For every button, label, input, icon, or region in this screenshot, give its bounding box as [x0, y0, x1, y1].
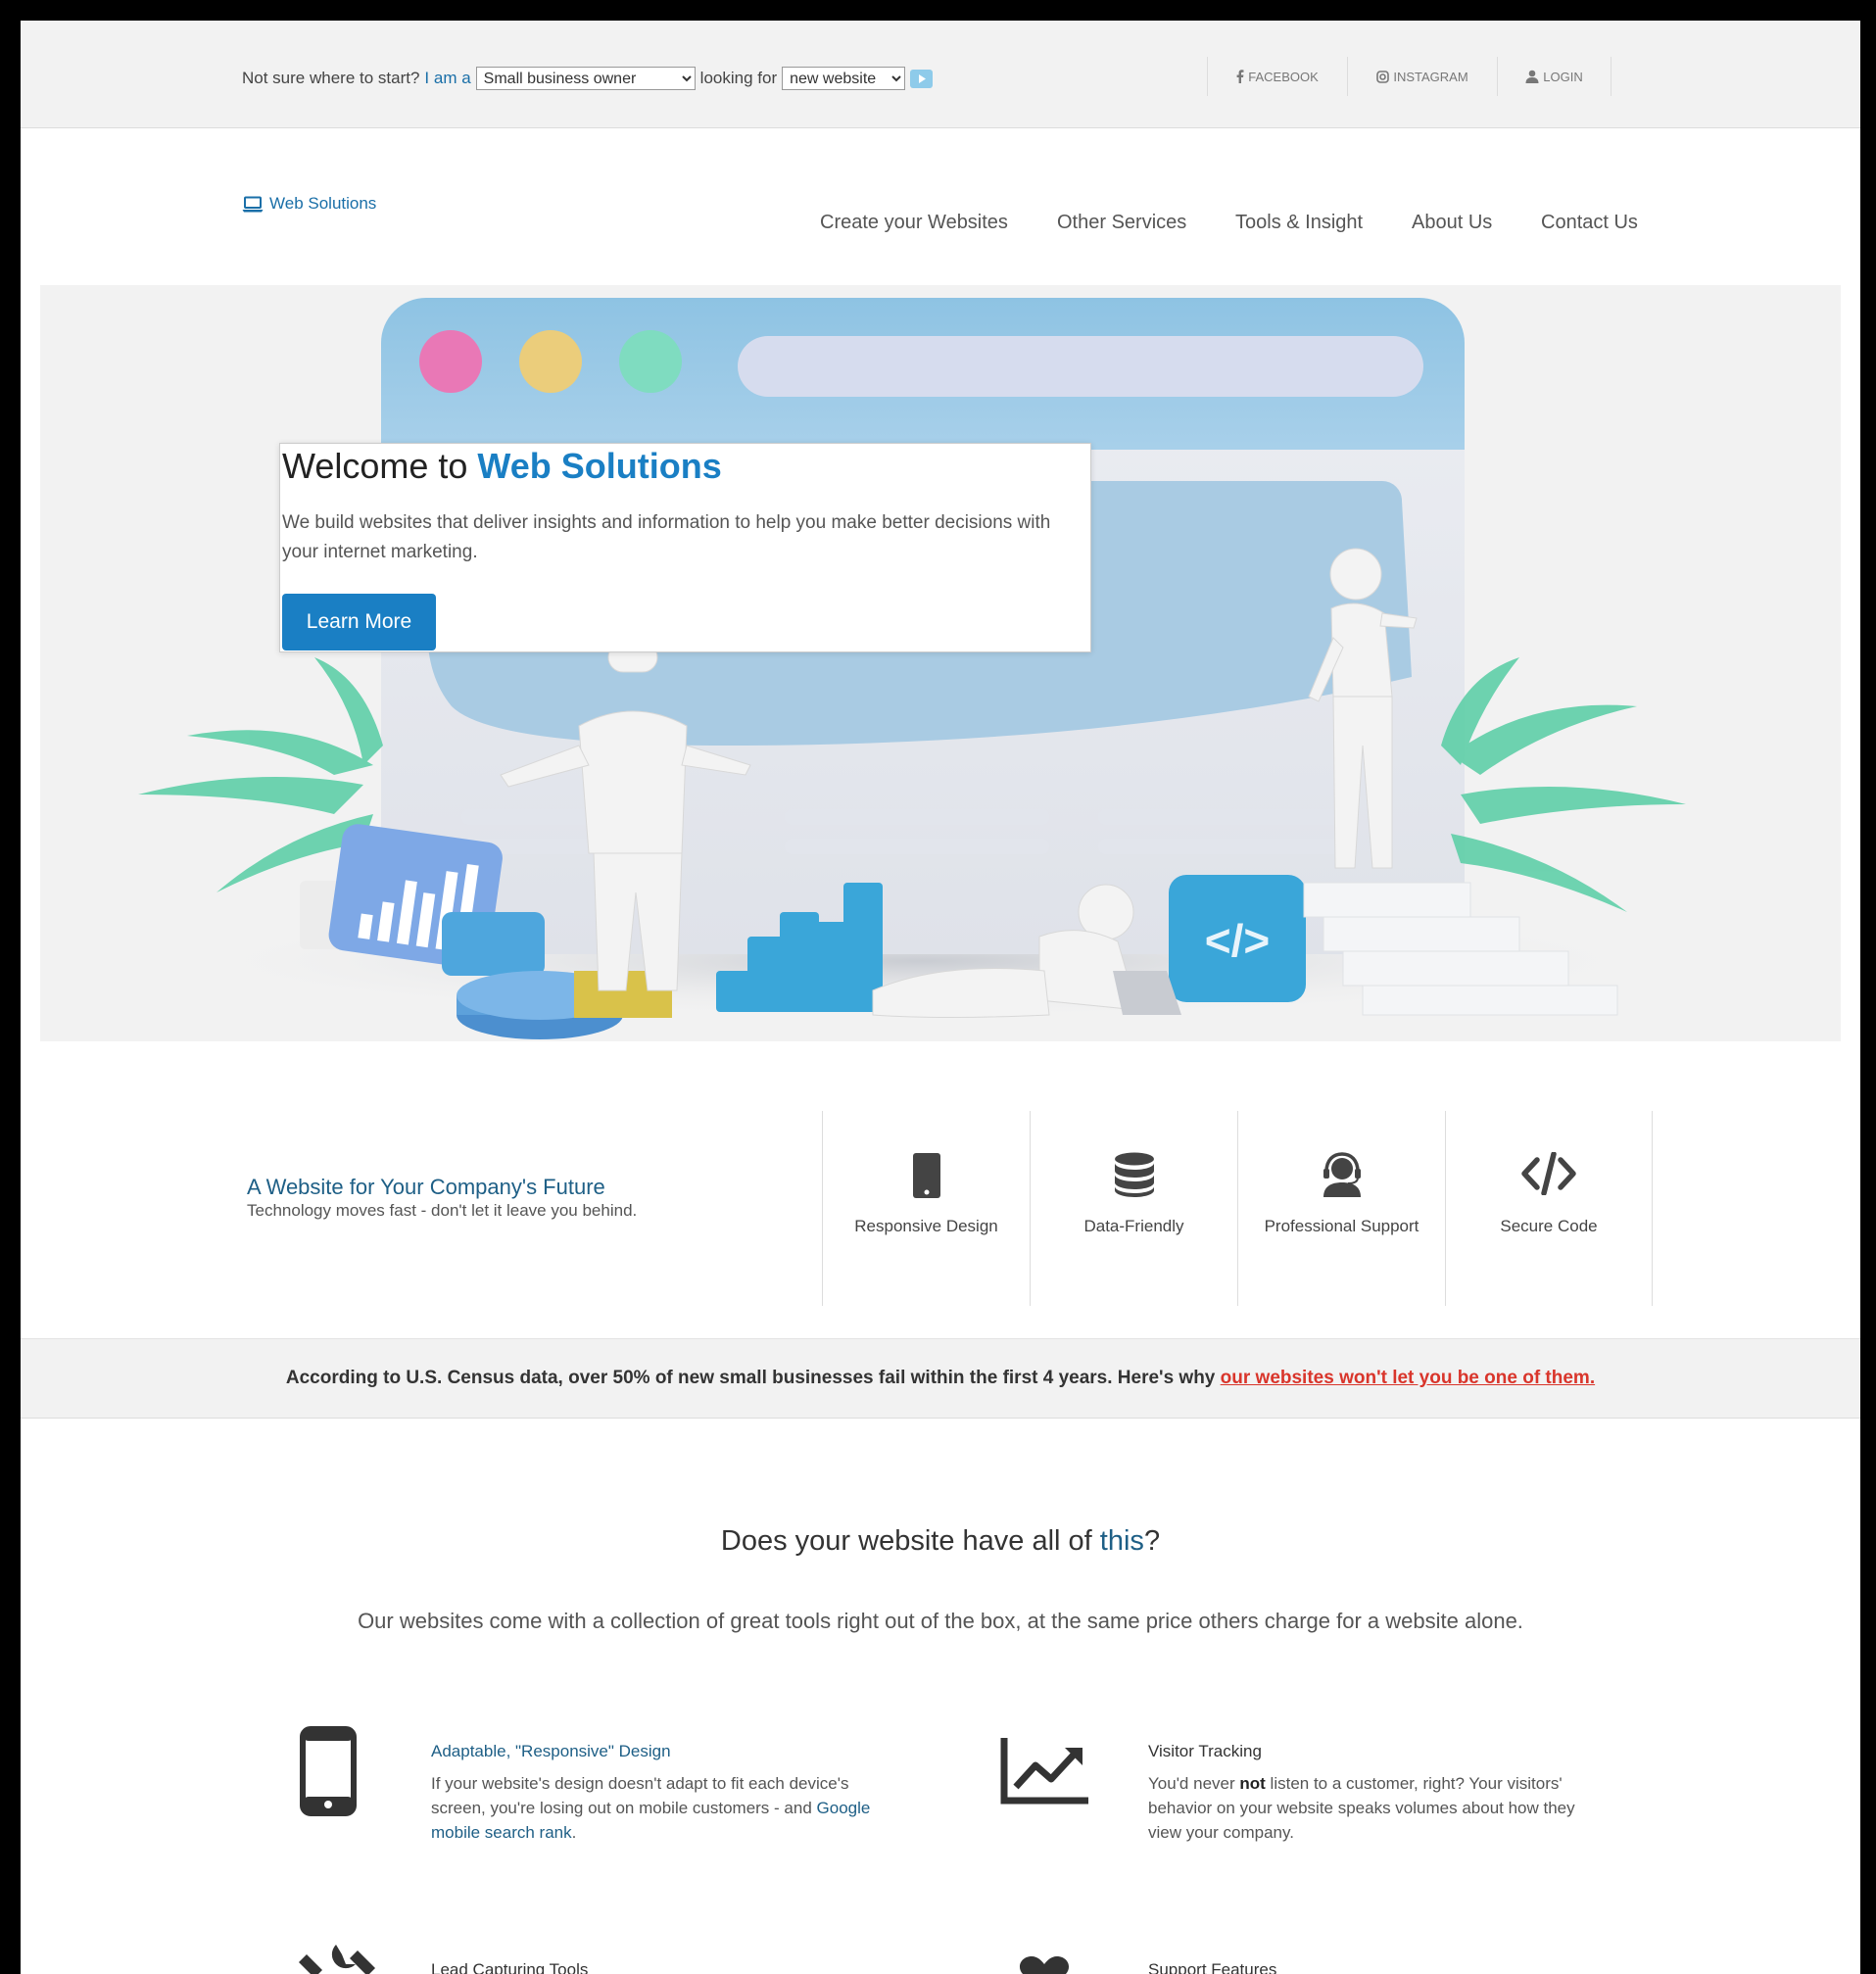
instagram-icon	[1376, 70, 1390, 83]
tool-body: You'd never not listen to a customer, ri…	[1148, 1774, 1575, 1842]
tool-body: If your website's design doesn't adapt t…	[431, 1774, 871, 1842]
tools-title: Does your website have all of this?	[720, 1525, 1161, 1557]
tool-title: Adaptable, "Responsive" Design	[431, 1742, 671, 1760]
site-finder: Not sure where to start? I am a Small bu…	[242, 67, 934, 90]
feature-label: Professional Support	[1264, 1217, 1419, 1235]
hero-illustration: </>	[138, 298, 1686, 1039]
tools-subtitle: Our websites come with a collection of g…	[358, 1609, 1523, 1633]
tools-icon	[299, 1945, 375, 1974]
top-bar: Not sure where to start? I am a Small bu…	[21, 21, 1860, 128]
tool-title: Support Features	[1148, 1960, 1277, 1974]
play-icon	[918, 73, 926, 83]
feature-secure-code: Secure Code	[1445, 1111, 1653, 1306]
future-title: A Website for Your Company's Future	[247, 1175, 605, 1199]
svg-text:</>: </>	[1205, 915, 1271, 966]
code-icon	[1521, 1152, 1576, 1195]
feature-label: Responsive Design	[854, 1217, 998, 1235]
welcome-brand: Web Solutions	[477, 446, 722, 486]
facebook-link[interactable]: FACEBOOK	[1207, 57, 1347, 96]
line-chart-icon	[1000, 1738, 1088, 1805]
nav-create-websites[interactable]: Create your Websites	[820, 212, 1008, 234]
feature-responsive-design: Responsive Design	[822, 1111, 1030, 1306]
mobile-phone-icon	[300, 1726, 357, 1816]
welcome-card: Welcome to Web Solutions We build websit…	[279, 443, 1091, 652]
login-label: LOGIN	[1543, 69, 1583, 84]
facebook-label: FACEBOOK	[1248, 69, 1319, 84]
user-icon	[1525, 70, 1539, 83]
login-link[interactable]: LOGIN	[1497, 57, 1611, 96]
learn-more-button[interactable]: Learn More	[282, 594, 436, 650]
need-select[interactable]: new website	[782, 67, 906, 90]
laptop-icon	[242, 196, 264, 212]
feature-professional-support: Professional Support	[1237, 1111, 1445, 1306]
census-band: According to U.S. Census data, over 50% …	[21, 1338, 1860, 1419]
nav-contact-us[interactable]: Contact Us	[1541, 212, 1638, 234]
future-subtitle: Technology moves fast - don't let it lea…	[247, 1201, 638, 1220]
site-logo[interactable]: Web Solutions	[242, 194, 376, 214]
finder-prefix: Not sure where to start?	[242, 69, 420, 87]
role-select[interactable]: Small business owner	[475, 67, 696, 90]
heart-icon	[1020, 1956, 1069, 1974]
welcome-body: We build websites that deliver insights …	[282, 512, 1051, 562]
tool-title: Visitor Tracking	[1148, 1742, 1262, 1760]
mobile-icon	[912, 1153, 940, 1198]
finder-go-button[interactable]	[910, 69, 934, 88]
headset-icon	[1323, 1152, 1361, 1197]
finder-looking-for: looking for	[699, 69, 778, 87]
database-icon	[1114, 1152, 1154, 1197]
census-text: According to U.S. Census data, over 50% …	[285, 1368, 1216, 1388]
page: Not sure where to start? I am a Small bu…	[21, 21, 1860, 1974]
census-link[interactable]: our websites won't let you be one of the…	[1221, 1368, 1595, 1388]
feature-label: Data-Friendly	[1083, 1217, 1184, 1235]
nav-about-us[interactable]: About Us	[1412, 212, 1492, 234]
nav-tools-insight[interactable]: Tools & Insight	[1235, 212, 1363, 234]
instagram-link[interactable]: INSTAGRAM	[1347, 57, 1497, 96]
feature-data-friendly: Data-Friendly	[1030, 1111, 1237, 1306]
tool-title: Lead Capturing Tools	[431, 1960, 589, 1974]
facebook-icon	[1236, 70, 1244, 83]
finder-i-am: I am a	[424, 69, 471, 87]
feature-label: Secure Code	[1500, 1217, 1598, 1235]
nav-other-services[interactable]: Other Services	[1057, 212, 1186, 234]
welcome-title: Welcome to Web Solutions	[282, 446, 722, 486]
hero-banner: </>	[40, 285, 1841, 1041]
logo-text: Web Solutions	[269, 194, 377, 213]
instagram-label: INSTAGRAM	[1393, 69, 1468, 84]
